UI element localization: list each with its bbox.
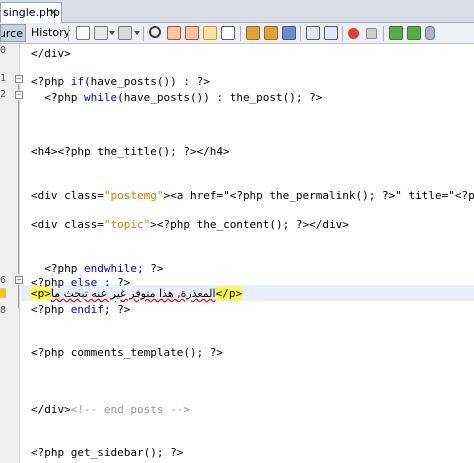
comment-icon[interactable] <box>389 26 403 40</box>
toolbar-separator <box>383 26 384 41</box>
last-edit-icon[interactable] <box>76 26 90 40</box>
code-line-postemg: <div class="postemg"><a href="<?php the_… <box>31 189 474 202</box>
tab-history-label: History <box>31 26 71 39</box>
toolbar-separator <box>342 26 343 41</box>
shift-right-icon[interactable] <box>324 26 338 40</box>
toolbar-separator <box>300 26 301 41</box>
tab-history[interactable]: History <box>28 24 70 42</box>
search-icon[interactable] <box>149 26 161 38</box>
close-icon[interactable]: ✕ <box>49 3 58 22</box>
line-number: 8 <box>0 305 7 316</box>
toolbar-separator <box>240 26 241 41</box>
stop-macro-icon[interactable] <box>366 28 377 39</box>
code-line-topic: <div class="topic"><?php the_content(); … <box>31 218 349 231</box>
code-line-div-close: </div> <box>31 47 71 60</box>
code-editor[interactable]: </div> <?php if(have_posts()) : ?> <?php… <box>21 44 474 463</box>
line-number: 0 <box>0 45 7 56</box>
database-icon[interactable] <box>425 26 435 40</box>
hint-icon[interactable] <box>0 288 6 298</box>
fold-guide <box>18 100 19 274</box>
toolbar-separator <box>68 26 69 41</box>
toggle-bookmark-icon[interactable] <box>282 26 296 40</box>
code-line-endwhile: <?php endwhile; ?> <box>31 262 164 275</box>
line-number: 1 <box>0 73 7 84</box>
find-selection-icon[interactable] <box>203 26 217 40</box>
code-line-paragraph: <p>المعذرة, هذا متوفر غير عنه تبحث ما</p… <box>31 287 243 300</box>
line-number: 6 <box>0 275 7 286</box>
code-line-if: <?php if(have_posts()) : ?> <box>31 75 210 88</box>
arabic-message: المعذرة, هذا متوفر غير عنه تبحث ما <box>50 287 216 300</box>
toggle-highlight-icon[interactable] <box>221 26 235 40</box>
shift-left-icon[interactable] <box>306 26 320 40</box>
chevron-down-icon[interactable] <box>134 31 140 35</box>
find-next-icon[interactable] <box>185 26 199 40</box>
next-bookmark-icon[interactable] <box>264 26 278 40</box>
editor-toolbar: ource History <box>0 23 474 44</box>
code-line-h4: <h4><?php the_title(); ?></h4> <box>31 145 230 158</box>
editor-tab-bar: single.php ✕ <box>0 0 474 23</box>
find-previous-icon[interactable] <box>167 26 181 40</box>
start-macro-icon[interactable] <box>348 28 359 39</box>
toolbar-separator <box>143 26 144 41</box>
code-line-sidebar: <?php get_sidebar(); ?> <box>31 446 184 459</box>
chevron-down-icon[interactable] <box>109 31 115 35</box>
fold-guide <box>18 285 19 308</box>
line-number: 2 <box>0 89 7 100</box>
code-line-endif: <?php endif; ?> <box>31 303 131 316</box>
code-line-while: <?php while(have_posts()) : the_post(); … <box>31 91 323 104</box>
uncomment-icon[interactable] <box>407 26 421 40</box>
code-line-div-end: </div><!-- end posts --> <box>31 403 190 416</box>
forward-icon[interactable] <box>118 26 132 40</box>
previous-bookmark-icon[interactable] <box>246 26 260 40</box>
line-number-gutter: 0 1 2 6 8 − − − <box>0 44 23 463</box>
code-line-comments: <?php comments_template(); ?> <box>31 346 224 359</box>
tab-source[interactable]: ource <box>0 24 26 42</box>
back-icon[interactable] <box>94 26 108 40</box>
tab-source-label: ource <box>1 27 23 40</box>
fold-guide <box>18 84 19 90</box>
file-tab-single-php[interactable]: single.php ✕ <box>0 2 62 23</box>
